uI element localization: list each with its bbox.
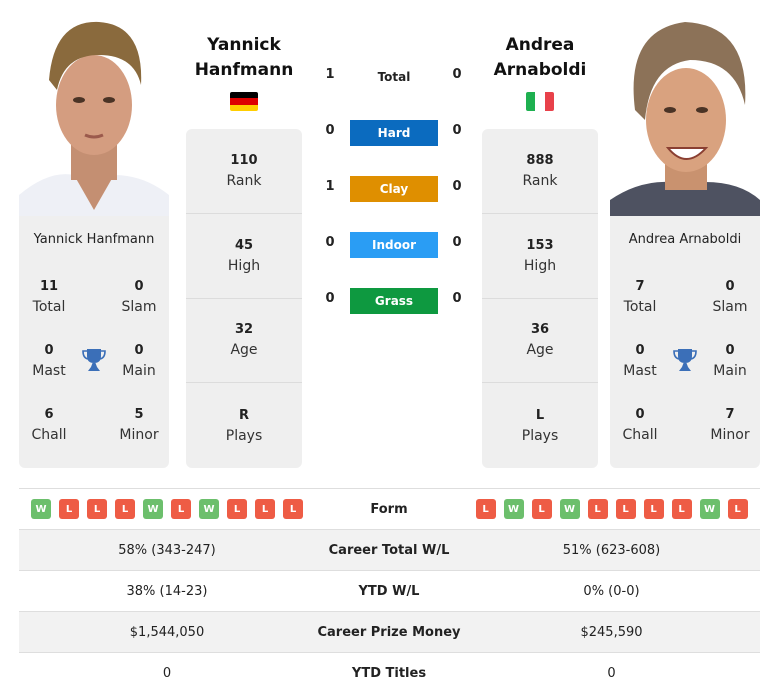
form-loss-badge: L xyxy=(727,499,748,519)
player1-form: WLLLWLWLLL xyxy=(19,499,315,519)
player2-ytd-wl: 0% (0-0) xyxy=(583,583,640,599)
player2-photo xyxy=(610,10,760,216)
player1-card-name[interactable]: Yannick Hanfmann xyxy=(19,232,169,247)
player1-chall-titles: 6 Chall xyxy=(31,407,67,443)
player2-age: 36 Age xyxy=(482,299,598,384)
player1-plays: R Plays xyxy=(225,407,263,444)
surface-indoor-badge: Indoor xyxy=(350,232,438,258)
player1-ytd-titles: 0 xyxy=(162,665,172,681)
player2-career-prize-money: $245,590 xyxy=(580,624,643,640)
form-loss-badge: L xyxy=(643,499,664,519)
form-loss-badge: L xyxy=(115,499,135,519)
player1-ytd-wl: 38% (14-23) xyxy=(126,583,208,599)
form-win-badge: W xyxy=(31,499,51,519)
player1-career-prize-money: $1,544,050 xyxy=(129,624,205,640)
player1-age: 32 Age xyxy=(186,299,302,384)
form-loss-badge: L xyxy=(671,499,692,519)
h2h-indoor-p1: 0 xyxy=(325,235,335,250)
player1-slam-titles: 0 Slam xyxy=(121,279,157,315)
player2-ytd-titles: 0 xyxy=(607,665,616,681)
player2-plays: L Plays xyxy=(521,407,559,444)
form-win-badge: W xyxy=(699,499,720,519)
form-loss-badge: L xyxy=(531,499,552,519)
player1-total-titles: 11 Total xyxy=(32,279,66,315)
player2-high: 153 High xyxy=(482,214,598,299)
form-win-badge: W xyxy=(199,499,219,519)
h2h-indoor-p2: 0 xyxy=(452,235,462,250)
form-loss-badge: L xyxy=(283,499,303,519)
form-loss-badge: L xyxy=(59,499,79,519)
player2-card-name[interactable]: Andrea Arnaboldi xyxy=(610,232,760,247)
player1-minor-titles: 5 Minor xyxy=(119,407,159,443)
player2-name[interactable]: Andrea Arnaboldi xyxy=(470,33,610,83)
h2h-grass-p2: 0 xyxy=(452,291,462,306)
career-prize-money-label: Career Prize Money xyxy=(317,624,461,640)
form-label: Form xyxy=(370,501,408,517)
surface-grass-badge: Grass xyxy=(350,288,438,314)
ytd-wl-label: YTD W/L xyxy=(358,583,420,599)
player1-mast-titles: 0 Mast xyxy=(32,343,66,379)
player2-titles-card: Andrea Arnaboldi 7 Total 0 Slam 0 Mast 0… xyxy=(610,216,760,468)
form-loss-badge: L xyxy=(227,499,247,519)
form-win-badge: W xyxy=(503,499,524,519)
form-loss-badge: L xyxy=(171,499,191,519)
ytd-titles-label: YTD Titles xyxy=(351,665,427,681)
form-win-badge: W xyxy=(143,499,163,519)
career-total-wl-label: Career Total W/L xyxy=(328,542,450,558)
surface-clay-badge: Clay xyxy=(350,176,438,202)
form-loss-badge: L xyxy=(587,499,608,519)
ytd-wl-row: 38% (14-23) YTD W/L 0% (0-0) xyxy=(19,570,760,611)
h2h-grass-p1: 0 xyxy=(325,291,335,306)
player2-minor-titles: 7 Minor xyxy=(710,407,750,443)
form-loss-badge: L xyxy=(87,499,107,519)
ytd-titles-row: 0 YTD Titles 0 xyxy=(19,652,760,693)
h2h-total-p1: 1 xyxy=(325,67,335,82)
player2-slam-titles: 0 Slam xyxy=(712,279,748,315)
trophy-icon xyxy=(672,347,698,373)
comparison-table: WLLLWLWLLL Form LWLWLLLLWL 58% (343-247)… xyxy=(19,488,760,693)
career-prize-money-row: $1,544,050 Career Prize Money $245,590 xyxy=(19,611,760,652)
player2-main-titles: 0 Main xyxy=(713,343,747,379)
player2-mast-titles: 0 Mast xyxy=(623,343,657,379)
career-total-wl-row: 58% (343-247) Career Total W/L 51% (623-… xyxy=(19,529,760,570)
player1-career-total-wl: 58% (343-247) xyxy=(118,542,216,558)
italy-flag-icon xyxy=(526,92,554,111)
player1-stats: 110 Rank 45 High 32 Age R Plays xyxy=(186,129,302,468)
player1-photo xyxy=(19,10,169,216)
form-loss-badge: L xyxy=(255,499,275,519)
h2h-hard-p2: 0 xyxy=(452,123,462,138)
player1-rank: 110 Rank xyxy=(186,129,302,214)
form-loss-badge: L xyxy=(615,499,636,519)
h2h-total-p2: 0 xyxy=(452,67,462,82)
form-loss-badge: L xyxy=(475,499,496,519)
h2h-total-label: Total xyxy=(377,70,411,84)
surface-hard-badge: Hard xyxy=(350,120,438,146)
h2h-hard-p1: 0 xyxy=(325,123,335,138)
player1-titles-card: Yannick Hanfmann 11 Total 0 Slam 0 Mast … xyxy=(19,216,169,468)
trophy-icon xyxy=(81,347,107,373)
h2h-clay-p2: 0 xyxy=(452,179,462,194)
player2-rank: 888 Rank xyxy=(482,129,598,214)
player2-chall-titles: 0 Chall xyxy=(622,407,658,443)
player1-main-titles: 0 Main xyxy=(122,343,156,379)
player2-career-total-wl: 51% (623-608) xyxy=(562,542,661,558)
germany-flag-icon xyxy=(230,92,258,111)
player1-name[interactable]: Yannick Hanfmann xyxy=(174,33,314,83)
form-row: WLLLWLWLLL Form LWLWLLLLWL xyxy=(19,488,760,529)
player2-total-titles: 7 Total xyxy=(623,279,657,315)
player2-stats: 888 Rank 153 High 36 Age L Plays xyxy=(482,129,598,468)
player2-form: LWLWLLLLWL xyxy=(463,499,760,519)
h2h-clay-p1: 1 xyxy=(325,179,335,194)
form-win-badge: W xyxy=(559,499,580,519)
player1-high: 45 High xyxy=(186,214,302,299)
